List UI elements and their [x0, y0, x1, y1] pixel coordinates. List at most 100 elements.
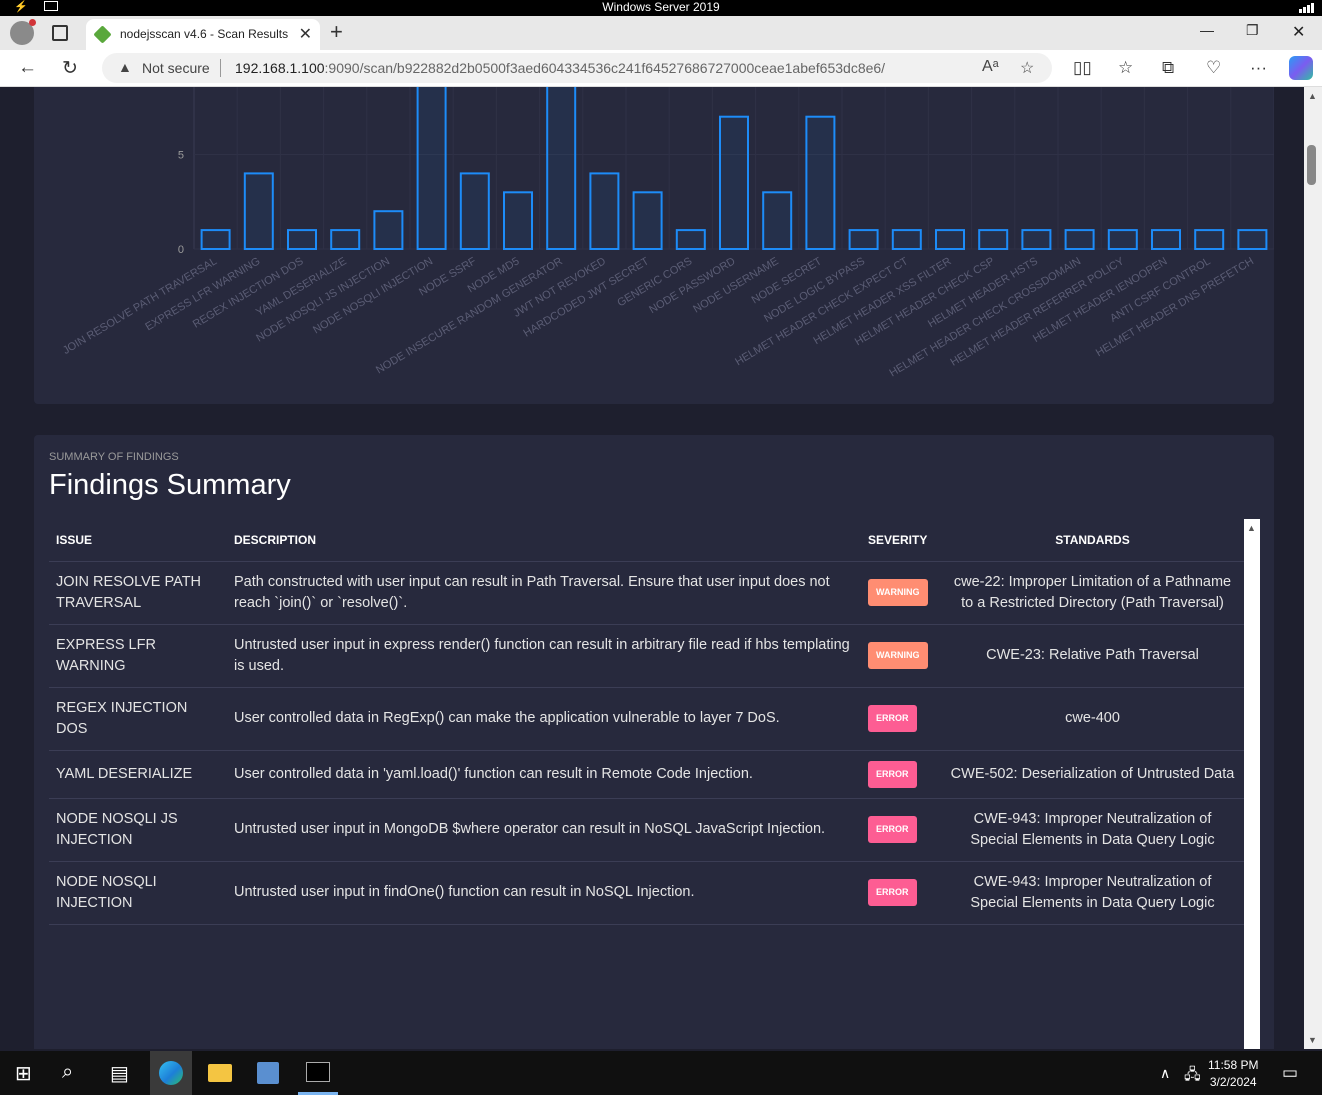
system-clock[interactable]: 11:58 PM 3/2/2024	[1208, 1057, 1258, 1091]
bar[interactable]	[719, 115, 749, 251]
cell-severity: ERROR	[861, 750, 941, 799]
network-icon[interactable]: 🖧	[1184, 1064, 1201, 1089]
bar[interactable]	[200, 229, 231, 251]
browser-essentials-icon[interactable]: ♡	[1206, 58, 1221, 78]
tab-strip: nodejsscan v4.6 - Scan Results ✕ + — ❐ ✕	[0, 16, 1322, 50]
profile-avatar[interactable]	[10, 19, 36, 45]
file-explorer-icon[interactable]	[208, 1064, 232, 1082]
table-row: JOIN RESOLVE PATH TRAVERSAL Path construc…	[49, 561, 1244, 625]
cell-severity: WARNING	[861, 624, 941, 688]
refresh-icon[interactable]: ↻	[62, 57, 78, 80]
cell-standards: CWE-23: Relative Path Traversal	[941, 624, 1244, 688]
cell-severity: ERROR	[861, 687, 941, 751]
header-description[interactable]: DESCRIPTION	[227, 519, 861, 562]
bar[interactable]	[546, 87, 577, 251]
command-prompt-icon[interactable]	[306, 1062, 330, 1082]
cell-severity: ERROR	[861, 861, 941, 925]
close-tab-icon[interactable]: ✕	[299, 24, 312, 44]
bar[interactable]	[287, 229, 317, 251]
bar[interactable]	[589, 172, 620, 250]
cell-description: User controlled data in RegExp() can mak…	[227, 687, 861, 751]
clock-time: 11:58 PM	[1208, 1058, 1259, 1072]
cell-description: User controlled data in 'yaml.load()' fu…	[227, 750, 861, 799]
read-aloud-icon[interactable]: A͏ᵃ	[982, 58, 999, 76]
bar[interactable]	[373, 210, 404, 250]
x-tick-label: HELMET HEADER DNS PREFETCH	[1094, 255, 1256, 359]
notification-icon[interactable]: ▭	[1282, 1063, 1298, 1083]
table-row: YAML DESERIALIZE User controlled data in …	[49, 750, 1244, 799]
tab-actions-icon[interactable]	[52, 25, 68, 41]
bar[interactable]	[459, 172, 490, 250]
bar[interactable]	[330, 229, 361, 251]
copilot-icon[interactable]	[1289, 56, 1313, 80]
not-secure-label[interactable]: Not secure	[142, 60, 210, 76]
findings-bar-chart: 05JOIN RESOLVE PATH TRAVERSALEXPRESS LFR…	[61, 87, 1275, 379]
bar[interactable]	[503, 191, 533, 251]
scroll-down-icon[interactable]: ▼	[1308, 1035, 1317, 1045]
table-row: NODE NOSQLI INJECTION Untrusted user inpu…	[49, 861, 1244, 925]
search-icon[interactable]: ⌕	[62, 1061, 73, 1084]
cell-standards: CWE-943: Improper Neutralization of Spec…	[941, 798, 1244, 862]
bar[interactable]	[416, 87, 447, 251]
edge-browser-icon[interactable]	[159, 1061, 183, 1085]
table-header-row: ISSUE DESCRIPTION SEVERITY STANDARDS	[49, 519, 1244, 562]
bar[interactable]	[805, 115, 836, 251]
cell-issue: NODE NOSQLI INJECTION	[49, 861, 227, 925]
start-windows-icon[interactable]: ⊞	[15, 1061, 32, 1086]
bar[interactable]	[1237, 229, 1268, 251]
bar[interactable]	[1194, 229, 1225, 251]
url-path: :9090/scan/b922882d2b0500f3aed604334536c…	[324, 60, 886, 76]
cell-issue: JOIN RESOLVE PATH TRAVERSAL	[49, 561, 227, 625]
severity-badge: WARNING	[868, 642, 928, 669]
close-window-icon[interactable]: ✕	[1292, 22, 1305, 42]
new-tab-button[interactable]: +	[330, 19, 343, 45]
bar[interactable]	[1021, 229, 1052, 251]
bar[interactable]	[978, 229, 1009, 251]
bar[interactable]	[1151, 229, 1181, 251]
taskbar: ⊞ ⌕ ▤ ∧ 🖧 11:58 PM 3/2/2024 ▭	[0, 1051, 1322, 1095]
severity-badge: ERROR	[868, 705, 917, 732]
split-screen-icon[interactable]: ▯▯	[1073, 58, 1092, 78]
favorites-icon[interactable]: ☆	[1118, 58, 1133, 78]
chevron-up-icon[interactable]: ∧	[1160, 1065, 1170, 1082]
url-host: 192.168.1.100	[235, 60, 325, 76]
y-tick-label: 0	[178, 244, 184, 256]
cell-description: Untrusted user input in MongoDB $where o…	[227, 798, 861, 862]
back-icon[interactable]: ←	[18, 57, 37, 79]
header-standards[interactable]: STANDARDS	[941, 519, 1244, 562]
cell-severity: WARNING	[861, 561, 941, 625]
minimize-icon[interactable]: —	[1200, 22, 1214, 38]
restore-icon[interactable]: ❐	[1246, 22, 1259, 39]
bar[interactable]	[935, 229, 965, 251]
bar[interactable]	[243, 172, 274, 250]
more-menu-icon[interactable]: ···	[1250, 58, 1267, 78]
scroll-up-icon[interactable]: ▲	[1247, 523, 1256, 533]
bar[interactable]	[762, 191, 793, 251]
bar[interactable]	[1107, 229, 1138, 251]
divider	[220, 59, 221, 77]
collections-icon[interactable]: ⧉	[1162, 58, 1174, 78]
bar[interactable]	[632, 191, 663, 251]
task-view-icon[interactable]: ▤	[110, 1061, 129, 1086]
cell-issue: EXPRESS LFR WARNING	[49, 624, 227, 688]
findings-table-container[interactable]: ISSUE DESCRIPTION SEVERITY STANDARDS JOI…	[49, 519, 1244, 1049]
bar[interactable]	[1064, 229, 1095, 251]
table-scrollbar[interactable]: ▲	[1244, 519, 1260, 1049]
tab-active[interactable]: nodejsscan v4.6 - Scan Results ✕	[86, 19, 320, 50]
header-issue[interactable]: ISSUE	[49, 519, 227, 562]
table-row: NODE NOSQLI JS INJECTION Untrusted user i…	[49, 798, 1244, 862]
bar[interactable]	[675, 229, 706, 251]
page-scrollbar[interactable]: ▲ ▼	[1304, 87, 1322, 1049]
scroll-thumb[interactable]	[1307, 145, 1316, 185]
url-text[interactable]: 192.168.1.100:9090/scan/b922882d2b0500f3…	[235, 60, 885, 76]
header-severity[interactable]: SEVERITY	[861, 519, 941, 562]
table-row: REGEX INJECTION DOS User controlled data …	[49, 687, 1244, 751]
bar[interactable]	[891, 229, 922, 251]
address-bar[interactable]: ▲ Not secure 192.168.1.100:9090/scan/b92…	[102, 53, 1052, 83]
favorite-star-icon[interactable]: ☆	[1020, 58, 1034, 78]
cell-issue: REGEX INJECTION DOS	[49, 687, 227, 751]
server-manager-icon[interactable]	[257, 1062, 279, 1084]
bar[interactable]	[848, 229, 879, 251]
scroll-up-icon[interactable]: ▲	[1308, 91, 1317, 101]
flash-icon: ⚡	[14, 1, 28, 13]
